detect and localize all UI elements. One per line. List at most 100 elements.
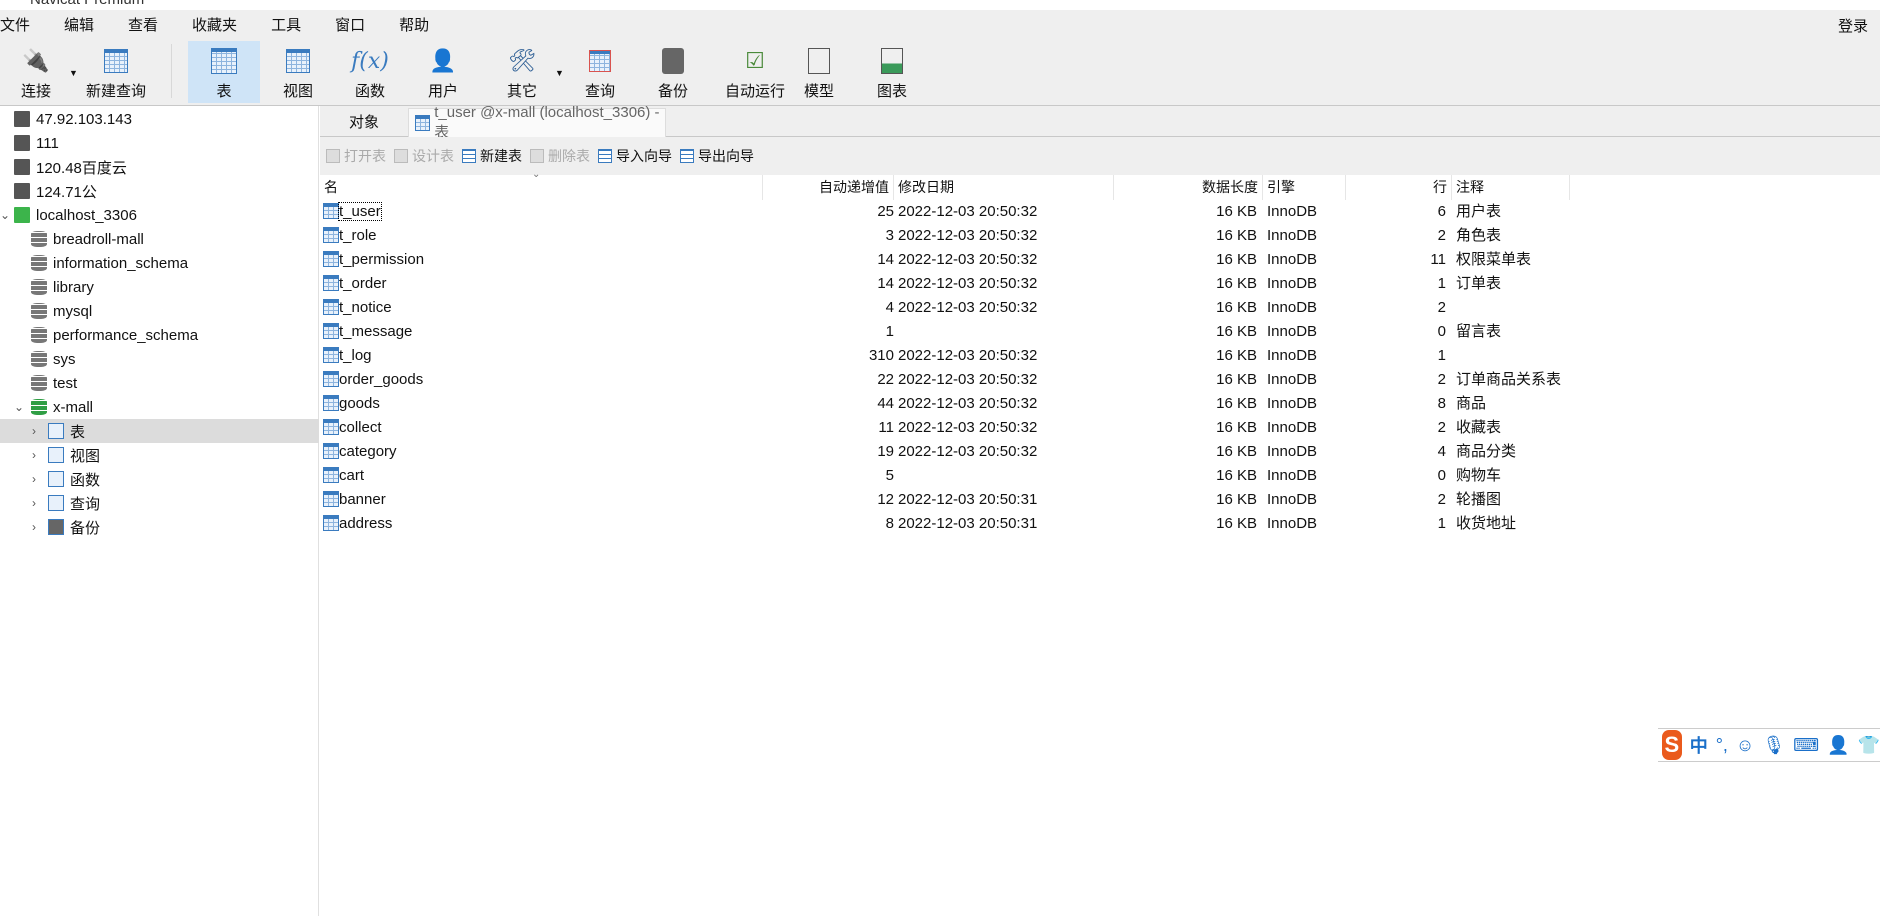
- open-table-button[interactable]: 打开表: [326, 146, 386, 166]
- other-button[interactable]: 🛠 其它: [486, 41, 558, 103]
- table-row[interactable]: t_message 1 16 KB InnoDB 0 留言表: [320, 320, 1820, 344]
- menu-favorites[interactable]: 收藏夹: [192, 14, 237, 35]
- table-name-cell[interactable]: t_message: [323, 320, 412, 344]
- tree-database[interactable]: information_schema: [0, 251, 319, 275]
- keyboard-icon[interactable]: ⌨: [1793, 735, 1819, 756]
- table-row[interactable]: category 19 2022-12-03 20:50:32 16 KB InnoDB…: [320, 440, 1820, 464]
- menu-file[interactable]: 文件: [0, 14, 30, 35]
- table-row[interactable]: address 8 2022-12-03 20:50:31 16 KB InnoDB 1 收…: [320, 512, 1820, 536]
- menu-edit[interactable]: 编辑: [64, 14, 94, 35]
- tree-connection[interactable]: 124.71公: [0, 179, 319, 203]
- function-button[interactable]: f(x) 函数: [334, 41, 406, 103]
- header-comment[interactable]: 注释: [1452, 175, 1570, 200]
- tab-table-t-user[interactable]: t_user @x-mall (localhost_3306) - 表: [408, 104, 666, 141]
- new-query-button[interactable]: 新建查询: [80, 41, 152, 103]
- backup-button[interactable]: 备份: [637, 41, 709, 103]
- table-row[interactable]: goods 44 2022-12-03 20:50:32 16 KB InnoDB 8 商品: [320, 392, 1820, 416]
- chevron-right-icon[interactable]: ›: [32, 520, 36, 534]
- chart-label: 图表: [876, 83, 907, 100]
- other-dropdown-icon[interactable]: ▼: [555, 68, 564, 78]
- tree-database[interactable]: library: [0, 275, 319, 299]
- header-name[interactable]: 名: [320, 175, 763, 200]
- export-wizard-button[interactable]: 导出向导: [680, 146, 754, 166]
- tree-database[interactable]: ⌄ x-mall: [0, 395, 319, 419]
- tree-object-backup[interactable]: › 备份: [0, 515, 319, 539]
- table-row[interactable]: t_role 3 2022-12-03 20:50:32 16 KB InnoDB 2 角色…: [320, 224, 1820, 248]
- table-row[interactable]: banner 12 2022-12-03 20:50:31 16 KB InnoDB 2 轮…: [320, 488, 1820, 512]
- connect-dropdown-icon[interactable]: ▼: [69, 68, 78, 78]
- table-name-cell[interactable]: t_permission: [323, 248, 424, 272]
- menu-help[interactable]: 帮助: [399, 14, 429, 35]
- table-name-cell[interactable]: t_log: [323, 344, 372, 368]
- menu-window[interactable]: 窗口: [335, 14, 365, 35]
- new-table-button[interactable]: 新建表: [462, 146, 522, 166]
- tree-database[interactable]: test: [0, 371, 319, 395]
- tree-connection[interactable]: 47.92.103.143: [0, 107, 319, 131]
- table-name-cell[interactable]: goods: [323, 392, 380, 416]
- header-auto-increment[interactable]: 自动递增值: [763, 175, 894, 200]
- ime-mode-toggle[interactable]: 中: [1690, 732, 1708, 758]
- delete-table-button[interactable]: 删除表: [530, 146, 590, 166]
- chevron-down-icon[interactable]: ⌄: [0, 208, 10, 222]
- table-button[interactable]: 表: [188, 41, 260, 103]
- header-modified-date[interactable]: 修改日期: [894, 175, 1114, 200]
- login-button[interactable]: 登录: [1838, 15, 1868, 36]
- design-table-button[interactable]: 设计表: [394, 146, 454, 166]
- model-button[interactable]: 模型: [783, 41, 855, 103]
- tree-database[interactable]: sys: [0, 347, 319, 371]
- tree-object-function[interactable]: › 函数: [0, 467, 319, 491]
- ime-punctuation-toggle[interactable]: °,: [1716, 735, 1728, 756]
- import-wizard-button[interactable]: 导入向导: [598, 146, 672, 166]
- menu-tools[interactable]: 工具: [271, 14, 301, 35]
- table-name-cell[interactable]: order_goods: [323, 368, 423, 392]
- table-name-cell[interactable]: collect: [323, 416, 382, 440]
- query-icon: [48, 495, 64, 511]
- emoji-icon[interactable]: ☺: [1736, 735, 1754, 756]
- chevron-right-icon[interactable]: ›: [32, 496, 36, 510]
- query-button[interactable]: 查询: [564, 41, 636, 103]
- tree-connection[interactable]: 111: [0, 131, 319, 155]
- user-center-icon[interactable]: 👤: [1827, 735, 1849, 756]
- tree-connection[interactable]: 120.48百度云: [0, 155, 319, 179]
- chevron-right-icon[interactable]: ›: [32, 448, 36, 462]
- table-name-cell[interactable]: cart: [323, 464, 364, 488]
- table-name-cell[interactable]: address: [323, 512, 392, 536]
- table-row[interactable]: t_notice 4 2022-12-03 20:50:32 16 KB InnoDB 2: [320, 296, 1820, 320]
- table-name-cell[interactable]: t_role: [323, 224, 377, 248]
- table-row[interactable]: t_permission 14 2022-12-03 20:50:32 16 KB In…: [320, 248, 1820, 272]
- chevron-right-icon[interactable]: ›: [32, 424, 36, 438]
- user-button[interactable]: 👤 用户: [407, 41, 479, 103]
- skin-icon[interactable]: 👕: [1858, 735, 1880, 756]
- cell-modified-date: [898, 464, 1098, 488]
- tree-object-view[interactable]: › 视图: [0, 443, 319, 467]
- table-row[interactable]: t_order 14 2022-12-03 20:50:32 16 KB InnoDB 1…: [320, 272, 1820, 296]
- chevron-down-icon[interactable]: ⌄: [14, 400, 24, 414]
- menu-view[interactable]: 查看: [128, 14, 158, 35]
- table-name-cell[interactable]: banner: [323, 488, 386, 512]
- sogou-logo-icon[interactable]: S: [1662, 730, 1682, 760]
- tree-object-table[interactable]: › 表: [0, 419, 319, 443]
- table-name-cell[interactable]: t_order: [323, 272, 387, 296]
- chart-button[interactable]: 图表: [856, 41, 928, 103]
- tree-connection[interactable]: ⌄ localhost_3306: [0, 203, 319, 227]
- table-row[interactable]: order_goods 22 2022-12-03 20:50:32 16 KB Inn…: [320, 368, 1820, 392]
- connect-button[interactable]: 🔌 连接: [8, 41, 64, 103]
- table-row[interactable]: t_user 25 2022-12-03 20:50:32 16 KB InnoDB 6 用…: [320, 200, 1820, 224]
- view-button[interactable]: 视图: [262, 41, 334, 103]
- tree-database[interactable]: breadroll-mall: [0, 227, 319, 251]
- tree-database[interactable]: mysql: [0, 299, 319, 323]
- table-row[interactable]: t_log 310 2022-12-03 20:50:32 16 KB InnoDB 1: [320, 344, 1820, 368]
- table-name-cell[interactable]: t_user: [323, 200, 382, 224]
- header-data-length[interactable]: 数据长度: [1114, 175, 1263, 200]
- microphone-icon[interactable]: 🎙: [1762, 735, 1785, 756]
- tree-object-query[interactable]: › 查询: [0, 491, 319, 515]
- table-row[interactable]: collect 11 2022-12-03 20:50:32 16 KB InnoDB 2…: [320, 416, 1820, 440]
- header-rows[interactable]: 行: [1346, 175, 1452, 200]
- table-row[interactable]: cart 5 16 KB InnoDB 0 购物车: [320, 464, 1820, 488]
- table-name-cell[interactable]: t_notice: [323, 296, 392, 320]
- tab-objects[interactable]: 对象: [320, 106, 408, 137]
- tree-database[interactable]: performance_schema: [0, 323, 319, 347]
- header-engine[interactable]: 引擎: [1263, 175, 1346, 200]
- chevron-right-icon[interactable]: ›: [32, 472, 36, 486]
- table-name-cell[interactable]: category: [323, 440, 397, 464]
